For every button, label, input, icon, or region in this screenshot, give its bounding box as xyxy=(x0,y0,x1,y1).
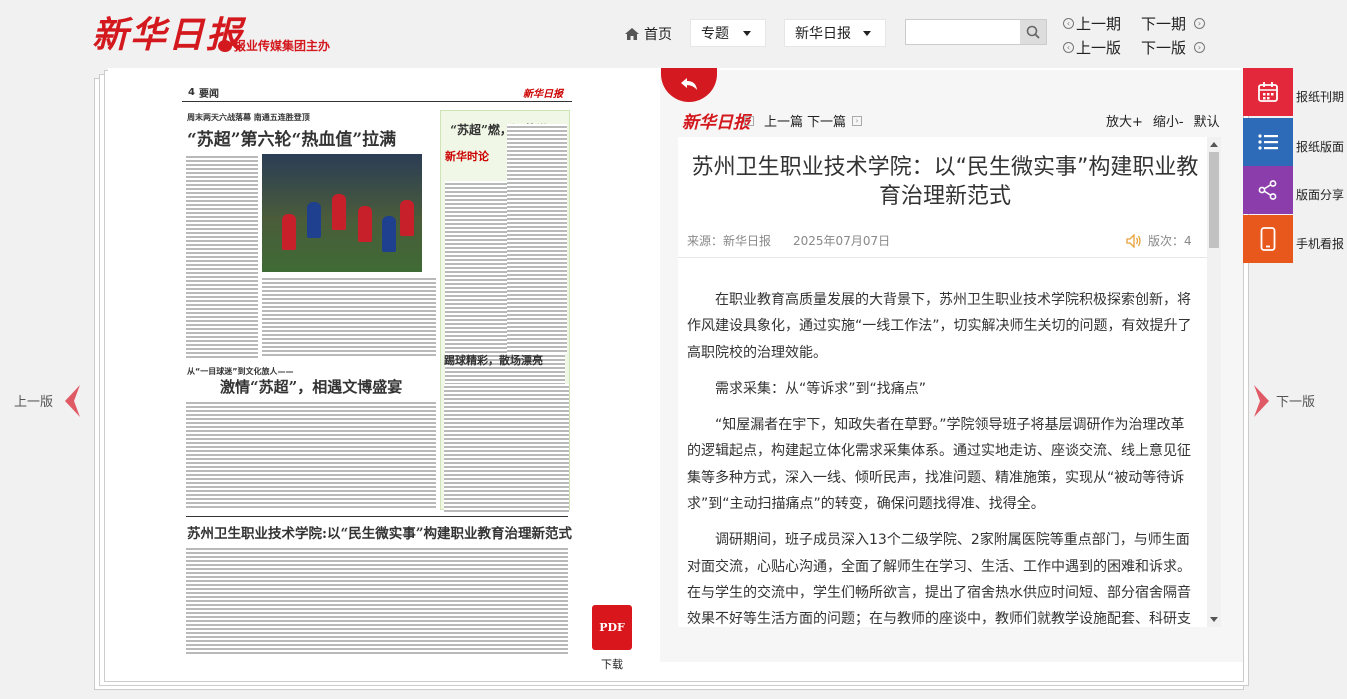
article-paragraph: 调研期间，班子成员深入13个二级学院、2家附属医院等重点部门，与师生面对面交流，… xyxy=(687,532,1191,627)
text-column xyxy=(262,276,436,358)
search-button[interactable] xyxy=(1020,20,1046,44)
news-headline-2[interactable]: 激情“苏超”，相遇文博盛宴 xyxy=(220,376,402,397)
chevron-down-icon xyxy=(863,30,871,36)
tool-label-mobile[interactable]: 手机看报 xyxy=(1296,235,1344,252)
next-issue-link[interactable]: 下一期 › xyxy=(1141,13,1206,34)
pdf-download-button[interactable]: PDF xyxy=(592,605,632,650)
tool-label-issues[interactable]: 报纸刊期 xyxy=(1296,88,1344,105)
text-column xyxy=(186,154,258,359)
share-icon xyxy=(1258,180,1277,200)
group-logo-icon xyxy=(218,40,232,52)
prev-article-link[interactable]: 上一篇 xyxy=(764,111,803,130)
article-title: 苏州卫生职业技术学院：以“民生微实事”构建职业教育治理新范式 xyxy=(691,155,1199,209)
article-scrollbar[interactable] xyxy=(1207,137,1221,627)
article-banci: 版次：4 xyxy=(1148,234,1192,248)
side-prev-page[interactable]: 上一版 xyxy=(14,391,53,410)
nav-home[interactable]: 首页 xyxy=(625,24,672,44)
side-next-page[interactable]: 下一版 xyxy=(1276,391,1315,410)
newspaper-page[interactable]: 4 要闻 新华日报 周末两天六战落幕 南通五连胜登顶 “苏超”第六轮“热血值”拉… xyxy=(182,84,572,664)
next-page-link[interactable]: 下一版 › xyxy=(1141,37,1206,58)
scroll-thumb[interactable] xyxy=(1209,152,1219,248)
article-date: 2025年07月07日 xyxy=(793,234,891,248)
text-column xyxy=(444,384,569,512)
search-box xyxy=(905,19,1047,45)
calendar-icon xyxy=(1258,82,1278,102)
tool-label-layout[interactable]: 报纸版面 xyxy=(1296,138,1344,155)
article-logo: 新华日报 xyxy=(682,113,750,133)
page-number: 4 xyxy=(188,87,195,98)
list-icon xyxy=(1258,134,1278,150)
logo-subtitle-text: 报业传媒集团主办 xyxy=(234,39,331,53)
news-headline-3[interactable]: 踢球精彩，散场漂亮 xyxy=(444,352,543,368)
prev-issue-label: 上一期 xyxy=(1076,15,1122,33)
paper-dropdown[interactable]: 新华日报 xyxy=(784,19,886,47)
article-source: 来源：新华日报 xyxy=(687,234,772,248)
circle-right-icon: › xyxy=(1194,42,1206,53)
zoom-out-button[interactable]: 缩小- xyxy=(1153,111,1184,130)
news-headline-4[interactable]: 苏州卫生职业技术学院:以“民生微实事”构建职业教育治理新范式 xyxy=(187,522,572,542)
zoom-in-button[interactable]: 放大+ xyxy=(1106,111,1143,130)
article-subheading: 需求采集：从“等诉求”到“找痛点” xyxy=(715,380,927,397)
article-nav: ‹ 上一篇 下一篇 › xyxy=(744,111,863,130)
zoom-controls: 放大+ 缩小- 默认 xyxy=(1106,111,1220,130)
circle-left-icon: ‹ xyxy=(1063,18,1074,29)
topic-label: 专题 xyxy=(701,26,729,42)
logo-subtitle: 报业传媒集团主办 xyxy=(218,37,330,54)
article-meta: 来源：新华日报 2025年07月07日 xyxy=(687,232,890,249)
mobile-phone-icon xyxy=(1260,227,1276,251)
page-section: 要闻 xyxy=(198,89,219,100)
scroll-up-arrow[interactable] xyxy=(1210,142,1218,147)
article-paragraph: 在职业教育高质量发展的大背景下，苏州卫生职业技术学院积极探索创新，将作风建设具象… xyxy=(687,292,1192,361)
topic-dropdown[interactable]: 专题 xyxy=(690,19,766,47)
circle-left-icon: ‹ xyxy=(1063,42,1074,53)
back-arrow-icon xyxy=(681,78,697,90)
scroll-down-arrow[interactable] xyxy=(1210,617,1218,622)
article-body: 在职业教育高质量发展的大背景下，苏州卫生职业技术学院积极探索创新，将作风建设具象… xyxy=(687,287,1197,627)
next-page-label: 下一版 xyxy=(1141,39,1187,57)
download-label[interactable]: 下载 xyxy=(601,656,623,672)
prev-page-link[interactable]: ‹ 上一版 xyxy=(1063,37,1121,58)
search-input[interactable] xyxy=(906,20,1020,44)
next-article-link[interactable]: 下一篇 xyxy=(807,111,846,130)
prev-issue-link[interactable]: ‹ 上一期 xyxy=(1063,13,1121,34)
page-masthead: 新华日报 xyxy=(522,89,563,100)
next-issue-label: 下一期 xyxy=(1141,15,1187,33)
circle-right-icon: › xyxy=(1194,18,1206,29)
square-right-icon: › xyxy=(852,115,863,126)
prev-page-label: 上一版 xyxy=(1076,39,1122,57)
speaker-icon[interactable] xyxy=(1126,233,1142,248)
nav-home-label: 首页 xyxy=(644,27,672,43)
chevron-right-icon[interactable] xyxy=(1252,384,1272,418)
square-left-icon: ‹ xyxy=(744,115,754,126)
text-column xyxy=(507,124,567,354)
chevron-down-icon xyxy=(743,30,751,36)
article-paragraph: “知屋漏者在宇下，知政失者在草野。”学院领导班子将基层调研作为治理改革的逻辑起点… xyxy=(687,417,1191,513)
page-header: 4 要闻 新华日报 xyxy=(182,84,572,102)
pdf-icon: PDF xyxy=(599,621,625,634)
text-column xyxy=(186,400,436,510)
mobile-tool-button[interactable] xyxy=(1243,215,1293,263)
share-tool-button[interactable] xyxy=(1243,166,1293,214)
zoom-default-button[interactable]: 默认 xyxy=(1194,111,1220,130)
search-icon xyxy=(1026,25,1040,39)
home-icon xyxy=(625,28,639,40)
calendar-tool-button[interactable] xyxy=(1243,68,1293,116)
layout-tool-button[interactable] xyxy=(1243,118,1293,166)
tool-label-share[interactable]: 版面分享 xyxy=(1296,186,1344,203)
article-page-info: 版次：4 xyxy=(1126,232,1192,249)
paper-label: 新华日报 xyxy=(795,26,851,42)
text-column xyxy=(186,546,568,656)
chevron-left-icon[interactable] xyxy=(62,384,82,418)
football-photo xyxy=(262,154,422,272)
article-body-viewport: 在职业教育高质量发展的大背景下，苏州卫生职业技术学院积极探索创新，将作风建设具象… xyxy=(678,258,1207,627)
